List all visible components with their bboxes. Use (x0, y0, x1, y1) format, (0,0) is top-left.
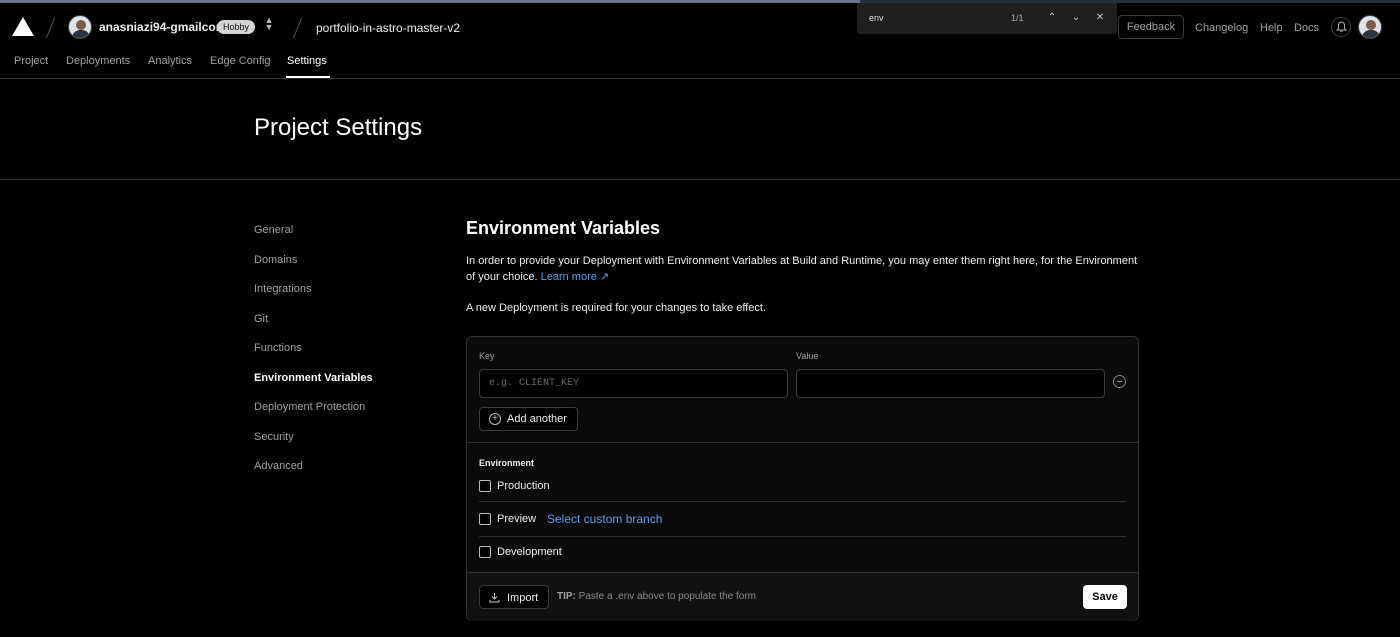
remove-row-icon[interactable] (1113, 375, 1126, 388)
sidebar-item-deployment-protection[interactable]: Deployment Protection (254, 401, 365, 413)
tip-text: TIP: Paste a .env above to populate the … (557, 591, 757, 602)
notifications-bell-icon[interactable] (1331, 17, 1351, 37)
plus-circle-icon: + (489, 413, 501, 425)
production-checkbox[interactable] (479, 480, 491, 492)
project-name[interactable]: portfolio-in-astro-master-v2 (316, 21, 460, 35)
preview-label[interactable]: Preview (497, 513, 536, 525)
sidebar-item-environment-variables[interactable]: Environment Variables (254, 372, 373, 384)
breadcrumb-separator (45, 17, 56, 39)
key-input[interactable] (479, 369, 788, 398)
tab-project[interactable]: Project (14, 55, 48, 67)
close-icon[interactable]: ✕ (1091, 9, 1109, 27)
find-match-count: 1/1 (1011, 13, 1024, 23)
active-tab-indicator (286, 76, 330, 78)
vercel-logo-icon[interactable] (12, 17, 34, 36)
top-header: anasniazi94-gmailcom Hobby ▲ ▼ portfolio-… (0, 3, 1400, 79)
changelog-link[interactable]: Changelog (1195, 22, 1248, 34)
help-link[interactable]: Help (1260, 22, 1283, 34)
development-label[interactable]: Development (497, 546, 562, 558)
external-link-icon: ↗ (599, 271, 610, 283)
development-checkbox[interactable] (479, 546, 491, 558)
breadcrumb-separator (292, 17, 303, 39)
divider (479, 501, 1126, 502)
plan-badge: Hobby (217, 20, 256, 34)
preview-checkbox[interactable] (479, 513, 491, 525)
environment-label: Environment (479, 458, 535, 468)
env-var-form: Key Value + Add another Environment Prod… (466, 336, 1139, 621)
value-label: Value (796, 351, 819, 361)
sidebar-item-advanced[interactable]: Advanced (254, 460, 303, 472)
page-title-band: Project Settings (0, 80, 1400, 180)
key-label: Key (479, 351, 495, 361)
tab-edge-config[interactable]: Edge Config (210, 55, 271, 67)
sidebar-item-general[interactable]: General (254, 224, 293, 236)
page-title: Project Settings (254, 114, 423, 141)
sidebar-item-git[interactable]: Git (254, 313, 268, 325)
add-another-button[interactable]: + Add another (479, 407, 578, 431)
tab-analytics[interactable]: Analytics (148, 55, 192, 67)
deployment-note: A new Deployment is required for your ch… (466, 302, 767, 314)
production-label[interactable]: Production (497, 480, 550, 492)
avatar[interactable] (68, 15, 92, 39)
tab-settings[interactable]: Settings (287, 55, 327, 67)
section-description: In order to provide your Deployment with… (466, 253, 1146, 285)
find-bar: env 1/1 ⌃ ⌄ ✕ (857, 3, 1117, 34)
sidebar-item-integrations[interactable]: Integrations (254, 283, 311, 295)
find-next-icon[interactable]: ⌄ (1067, 9, 1085, 27)
chevron-up-down-icon[interactable]: ▲ ▼ (263, 16, 275, 35)
user-avatar[interactable] (1358, 15, 1382, 39)
divider (467, 442, 1138, 443)
import-button[interactable]: Import (479, 585, 549, 609)
form-footer: Import TIP: Paste a .env above to popula… (467, 572, 1138, 621)
sidebar-item-security[interactable]: Security (254, 431, 294, 443)
download-icon (489, 593, 500, 603)
select-custom-branch-link[interactable]: Select custom branch (547, 512, 662, 526)
tab-deployments[interactable]: Deployments (66, 55, 130, 67)
value-input[interactable] (796, 369, 1105, 398)
team-name[interactable]: anasniazi94-gmailcom (99, 20, 226, 34)
save-button[interactable]: Save (1083, 585, 1127, 609)
divider (479, 536, 1126, 537)
feedback-button[interactable]: Feedback (1118, 15, 1184, 39)
section-title: Environment Variables (466, 218, 661, 238)
find-input[interactable]: env (869, 13, 884, 23)
docs-link[interactable]: Docs (1294, 22, 1319, 34)
sidebar-item-domains[interactable]: Domains (254, 254, 297, 266)
sidebar-item-functions[interactable]: Functions (254, 342, 302, 354)
learn-more-link[interactable]: Learn more ↗ (541, 271, 610, 283)
find-previous-icon[interactable]: ⌃ (1043, 9, 1061, 27)
